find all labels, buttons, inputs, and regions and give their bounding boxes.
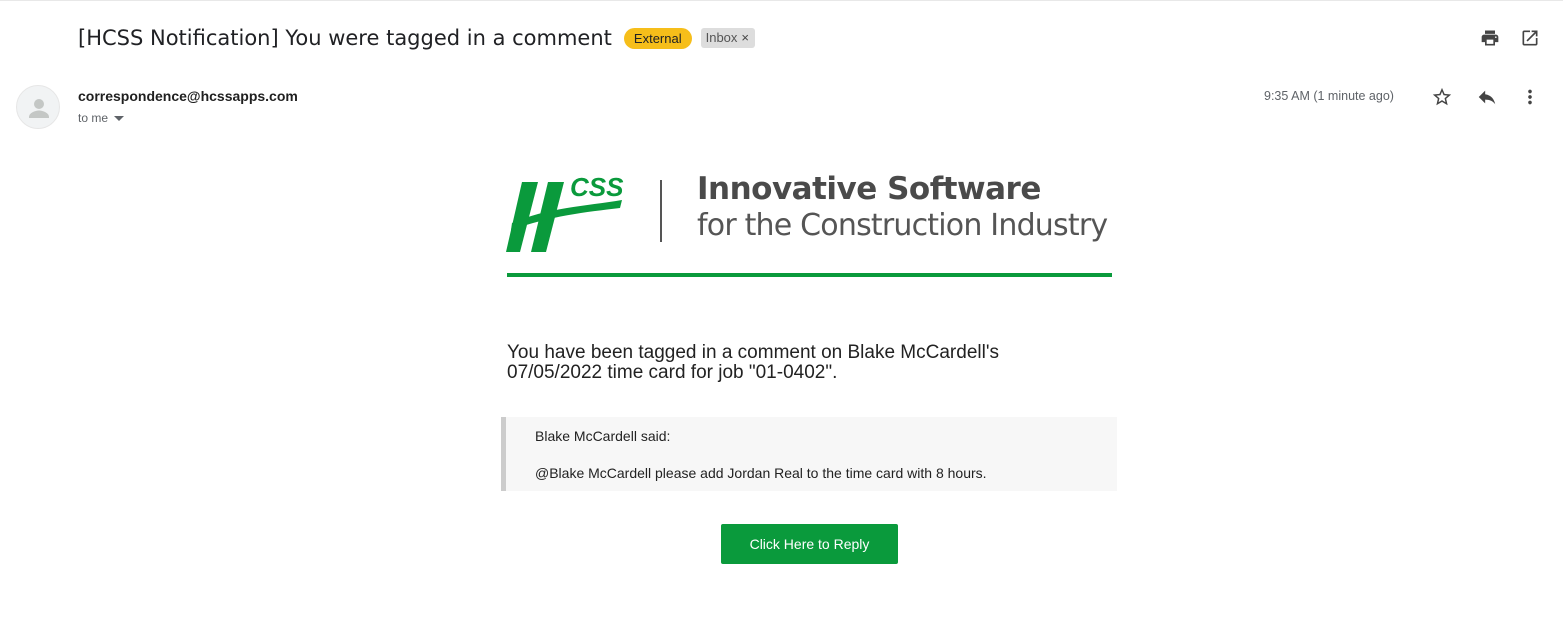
hcss-logo: CSS <box>506 172 624 252</box>
tagline-line1: Innovative Software <box>697 171 1041 207</box>
remove-label-icon[interactable]: × <box>741 30 749 46</box>
tagline-line2: for the Construction Industry <box>697 208 1108 243</box>
print-icon[interactable] <box>1479 27 1501 49</box>
hcss-logo-text: CSS <box>570 172 624 202</box>
external-label: External <box>623 27 692 49</box>
email-subject: [HCSS Notification] You were tagged in a… <box>78 26 612 50</box>
inbox-label: Inbox × <box>700 28 756 48</box>
inbox-label-text: Inbox <box>705 30 738 45</box>
header-rule <box>507 273 1112 277</box>
sender-avatar <box>16 85 60 129</box>
notification-message: You have been tagged in a comment on Bla… <box>507 342 999 383</box>
open-in-new-window-icon[interactable] <box>1519 27 1541 49</box>
reply-button[interactable]: Click Here to Reply <box>721 524 898 564</box>
sender-email[interactable]: correspondence@hcssapps.com <box>78 88 298 104</box>
logo-divider <box>660 180 662 242</box>
more-vert-icon[interactable] <box>1518 85 1542 109</box>
top-divider <box>0 0 1563 1</box>
reply-icon[interactable] <box>1475 85 1499 109</box>
chevron-down-icon <box>114 115 125 121</box>
comment-quote: Blake McCardell said: @Blake McCardell p… <box>501 417 1117 491</box>
recipient-details[interactable]: to me <box>78 111 125 125</box>
comment-text: @Blake McCardell please add Jordan Real … <box>535 465 987 481</box>
recipient-label: to me <box>78 111 109 125</box>
email-timestamp: 9:35 AM (1 minute ago) <box>1264 89 1394 103</box>
comment-author: Blake McCardell said: <box>535 428 671 444</box>
person-icon <box>29 99 49 118</box>
star-icon[interactable] <box>1430 85 1454 109</box>
subject-row: [HCSS Notification] You were tagged in a… <box>78 22 756 54</box>
